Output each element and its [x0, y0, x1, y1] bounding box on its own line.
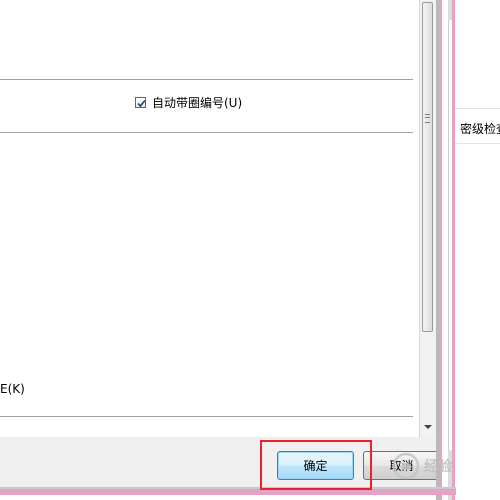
- side-tab-label: 密级检查: [460, 122, 500, 136]
- window-frame-outer: [452, 0, 455, 500]
- scrollbar-thumb[interactable]: [422, 2, 433, 332]
- scroll-down-arrow-icon[interactable]: [424, 425, 432, 429]
- cancel-button[interactable]: 取消: [363, 451, 440, 480]
- ok-button[interactable]: 确定: [277, 451, 354, 480]
- partial-option-label: E(K): [0, 382, 25, 396]
- background-window: [455, 0, 500, 500]
- auto-circle-number-checkbox[interactable]: [135, 97, 146, 108]
- window-frame-right: [439, 0, 442, 500]
- separator-top: [0, 79, 413, 80]
- separator-bottom: [0, 416, 413, 417]
- checkmark-icon: [137, 99, 146, 108]
- window-frame-bottom: [0, 489, 456, 495]
- separator-middle: [0, 132, 413, 133]
- auto-circle-number-label: 自动带圈编号(U): [152, 96, 243, 110]
- vertical-scrollbar[interactable]: [419, 0, 436, 437]
- scrollbar-grip-icon: [425, 114, 430, 123]
- dialog-content: [0, 0, 419, 437]
